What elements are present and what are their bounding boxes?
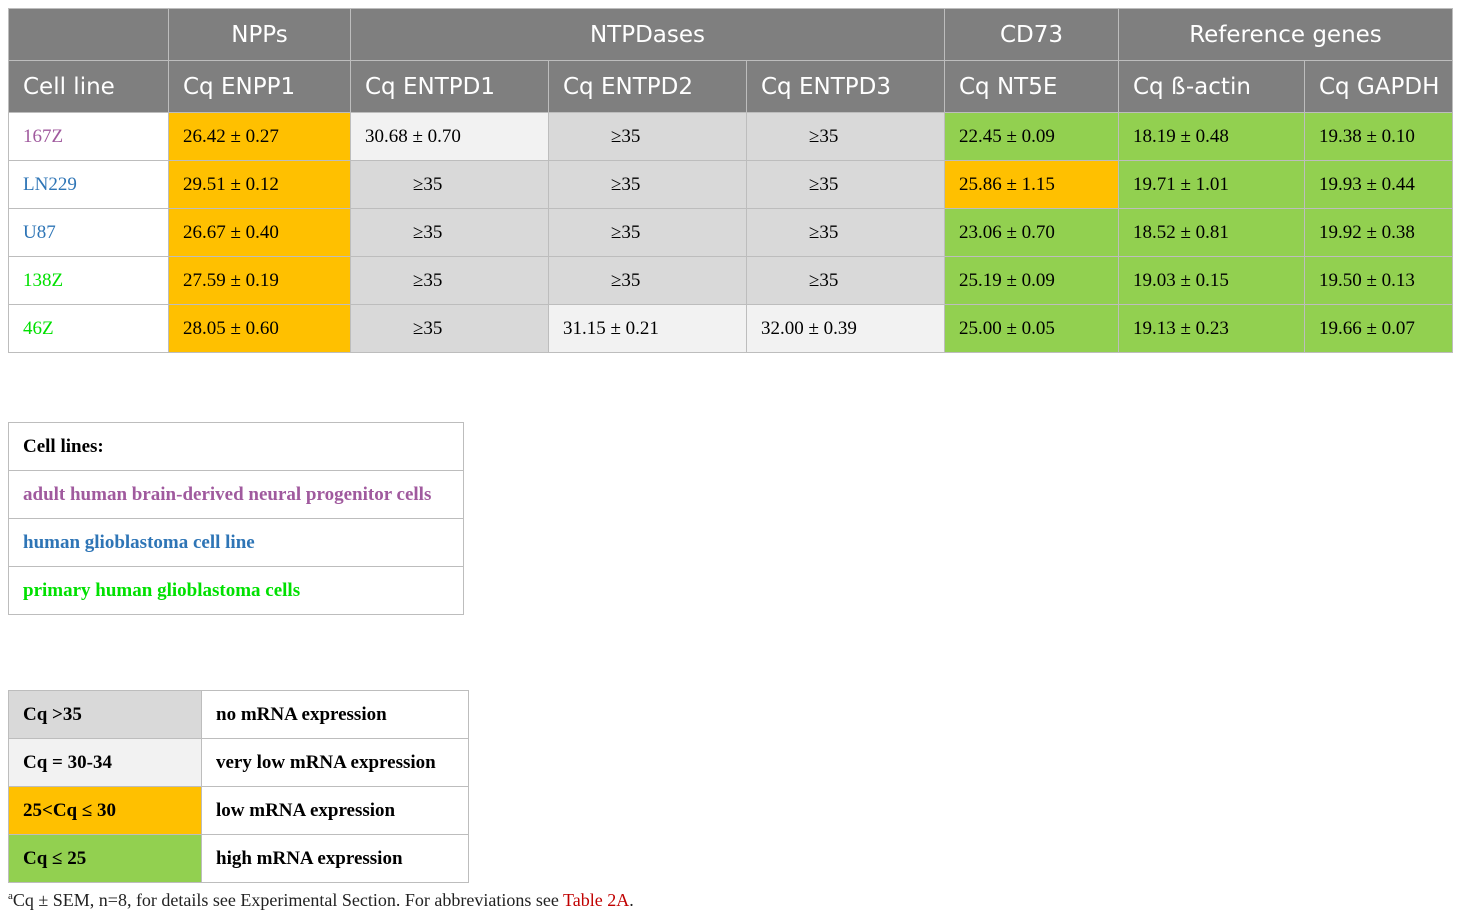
footnote-text: Cq ± SEM, n=8, for details see Experimen… <box>12 890 563 910</box>
group-header-ntpdases: NTPDases <box>350 8 945 61</box>
table-cell: 25.19 ± 0.09 <box>944 256 1119 305</box>
cell-line-name: LN229 <box>8 160 169 209</box>
table-cell: 26.67 ± 0.40 <box>168 208 351 257</box>
table-cell: 19.71 ± 1.01 <box>1118 160 1305 209</box>
table-cell: ≥35 <box>548 256 747 305</box>
legend-range: Cq ≤ 25 <box>8 834 202 883</box>
table-cell: ≥35 <box>548 160 747 209</box>
table-cell: 23.06 ± 0.70 <box>944 208 1119 257</box>
table-cell: 31.15 ± 0.21 <box>548 304 747 353</box>
table-row: 167Z 26.42 ± 0.27 30.68 ± 0.70 ≥35 ≥35 2… <box>8 112 1453 161</box>
legend-range: Cq >35 <box>8 690 202 739</box>
cell-line-name: 167Z <box>8 112 169 161</box>
cell-lines-legend: Cell lines: adult human brain-derived ne… <box>8 422 464 615</box>
table-row: U87 26.67 ± 0.40 ≥35 ≥35 ≥35 23.06 ± 0.7… <box>8 208 1453 257</box>
cell-line-name: 138Z <box>8 256 169 305</box>
table-cell: 22.45 ± 0.09 <box>944 112 1119 161</box>
table-cell: 28.05 ± 0.60 <box>168 304 351 353</box>
table-cell: ≥35 <box>350 208 549 257</box>
footnote-end: . <box>629 890 634 910</box>
table-cell: 19.93 ± 0.44 <box>1304 160 1453 209</box>
column-header-enpp1: Cq ENPP1 <box>168 60 351 113</box>
table-footnote: aCq ± SEM, n=8, for details see Experime… <box>8 890 634 911</box>
table-cell: 25.00 ± 0.05 <box>944 304 1119 353</box>
table-cell: 32.00 ± 0.39 <box>746 304 945 353</box>
table-cell: 19.38 ± 0.10 <box>1304 112 1453 161</box>
table-cell: 27.59 ± 0.19 <box>168 256 351 305</box>
column-header-beta-actin: Cq ß-actin <box>1118 60 1305 113</box>
table-cell: ≥35 <box>548 112 747 161</box>
group-header-npps: NPPs <box>168 8 351 61</box>
legend-item-neural-progenitor: adult human brain-derived neural progeni… <box>8 470 464 519</box>
legend-description: very low mRNA expression <box>201 738 469 787</box>
table-cell: 30.68 ± 0.70 <box>350 112 549 161</box>
legend-range: 25<Cq ≤ 30 <box>8 786 202 835</box>
table-cell: 19.13 ± 0.23 <box>1118 304 1305 353</box>
column-header-cell-line: Cell line <box>8 60 169 113</box>
legend-range: Cq = 30-34 <box>8 738 202 787</box>
table-reference-link[interactable]: Table 2A <box>563 890 629 910</box>
column-header-entpd3: Cq ENTPD3 <box>746 60 945 113</box>
table-cell: 19.03 ± 0.15 <box>1118 256 1305 305</box>
table-cell: 19.66 ± 0.07 <box>1304 304 1453 353</box>
legend-row: 25<Cq ≤ 30 low mRNA expression <box>8 786 469 835</box>
table-cell: ≥35 <box>548 208 747 257</box>
legend-item-glioblastoma-line: human glioblastoma cell line <box>8 518 464 567</box>
legend-row: Cq ≤ 25 high mRNA expression <box>8 834 469 883</box>
legend-description: high mRNA expression <box>201 834 469 883</box>
table-row: LN229 29.51 ± 0.12 ≥35 ≥35 ≥35 25.86 ± 1… <box>8 160 1453 209</box>
column-header-entpd2: Cq ENTPD2 <box>548 60 747 113</box>
table-cell: ≥35 <box>350 160 549 209</box>
legend-row: Cq = 30-34 very low mRNA expression <box>8 738 469 787</box>
table-cell: ≥35 <box>746 256 945 305</box>
expression-legend: Cq >35 no mRNA expression Cq = 30-34 ver… <box>8 690 469 883</box>
cq-values-table: NPPs NTPDases CD73 Reference genes Cell … <box>8 8 1453 353</box>
column-header-nt5e: Cq NT5E <box>944 60 1119 113</box>
legend-description: low mRNA expression <box>201 786 469 835</box>
legend-item-primary-glioblastoma: primary human glioblastoma cells <box>8 566 464 615</box>
table-cell: 18.19 ± 0.48 <box>1118 112 1305 161</box>
cell-line-name: U87 <box>8 208 169 257</box>
cell-line-name: 46Z <box>8 304 169 353</box>
table-cell: 25.86 ± 1.15 <box>944 160 1119 209</box>
table-row: 46Z 28.05 ± 0.60 ≥35 31.15 ± 0.21 32.00 … <box>8 304 1453 353</box>
table-cell: ≥35 <box>746 112 945 161</box>
table-cell: ≥35 <box>350 304 549 353</box>
table-cell: 18.52 ± 0.81 <box>1118 208 1305 257</box>
column-header-entpd1: Cq ENTPD1 <box>350 60 549 113</box>
column-header-gapdh: Cq GAPDH <box>1304 60 1453 113</box>
table-cell: 19.92 ± 0.38 <box>1304 208 1453 257</box>
table-cell: ≥35 <box>746 208 945 257</box>
legend-description: no mRNA expression <box>201 690 469 739</box>
legend-row: Cq >35 no mRNA expression <box>8 690 469 739</box>
group-header-reference-genes: Reference genes <box>1118 8 1453 61</box>
table-cell: 26.42 ± 0.27 <box>168 112 351 161</box>
table-cell: 19.50 ± 0.13 <box>1304 256 1453 305</box>
table-row: 138Z 27.59 ± 0.19 ≥35 ≥35 ≥35 25.19 ± 0.… <box>8 256 1453 305</box>
table-cell: 29.51 ± 0.12 <box>168 160 351 209</box>
table-cell: ≥35 <box>350 256 549 305</box>
group-header-blank <box>8 8 169 61</box>
legend-title: Cell lines: <box>8 422 464 471</box>
group-header-cd73: CD73 <box>944 8 1119 61</box>
table-cell: ≥35 <box>746 160 945 209</box>
